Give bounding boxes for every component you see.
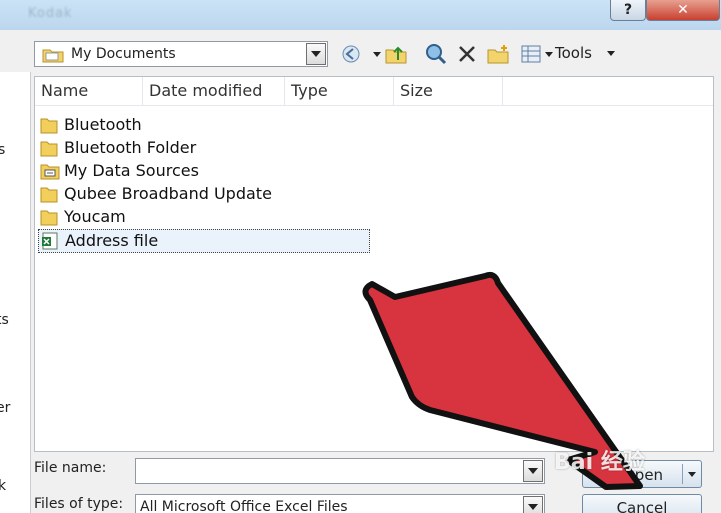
files-of-type-dropdown-arrow[interactable] [523, 496, 543, 513]
file-name: Bluetooth Folder [64, 138, 197, 157]
title-bar: Kodak ? ✕ [0, 0, 721, 30]
up-folder-icon [385, 46, 407, 64]
column-header-size[interactable]: Size [394, 77, 503, 105]
look-in-dropdown-arrow[interactable] [306, 43, 326, 65]
chevron-down-icon[interactable] [688, 472, 696, 477]
data-sources-folder-icon [40, 164, 60, 180]
column-header-type[interactable]: Type [285, 77, 394, 105]
close-icon: ✕ [677, 2, 689, 18]
back-button[interactable] [340, 43, 362, 65]
folder-icon [40, 210, 58, 226]
delete-button[interactable] [456, 43, 478, 65]
excel-file-icon [42, 232, 58, 250]
file-name: My Data Sources [64, 161, 199, 180]
help-button[interactable]: ? [610, 0, 646, 21]
chevron-down-icon [528, 504, 538, 510]
tools-menu-label: Tools [555, 44, 592, 62]
places-item-fragment[interactable]: s [0, 142, 5, 158]
chevron-down-icon [606, 51, 615, 56]
chevron-down-icon [373, 51, 381, 57]
search-globe-icon [426, 44, 447, 65]
places-item-fragment[interactable]: ts [0, 312, 9, 328]
files-of-type-label: Files of type: [34, 496, 124, 512]
chevron-down-icon [545, 51, 553, 57]
column-header-name[interactable]: Name [35, 77, 143, 105]
folder-icon [40, 141, 58, 157]
up-one-level-button[interactable] [384, 43, 408, 65]
file-name: Youcam [64, 207, 126, 226]
places-item-fragment[interactable]: k [0, 478, 6, 494]
search-web-button[interactable] [424, 43, 448, 65]
file-name: Qubee Broadband Update [64, 184, 272, 203]
my-documents-folder-icon [42, 49, 64, 63]
look-in-value: My Documents [71, 46, 176, 62]
places-bar: s ts er k [0, 72, 31, 513]
back-arrow-icon [342, 45, 360, 63]
help-icon: ? [623, 2, 633, 18]
files-of-type-dropdown[interactable]: All Microsoft Office Excel Files [135, 494, 545, 513]
file-name-dropdown-arrow[interactable] [523, 460, 543, 482]
open-split-divider [682, 464, 683, 484]
chevron-down-icon [311, 51, 321, 57]
file-name: Address file [65, 231, 159, 250]
dialog-body: My Documents Tools s r Name Date modifie… [0, 30, 721, 513]
file-name-label: File name: [34, 460, 107, 476]
places-item-fragment[interactable]: er [0, 400, 10, 416]
folder-icon [40, 118, 58, 134]
file-list-header: Name Date modified Type Size [35, 77, 713, 106]
new-folder-button[interactable] [486, 43, 510, 65]
open-file-dialog: Kodak ? ✕ My Documents Tools s r Name Da… [0, 0, 721, 513]
cancel-button[interactable]: Cancel [582, 494, 702, 513]
back-history-dropdown[interactable] [372, 43, 382, 65]
chevron-down-icon [528, 468, 538, 474]
files-of-type-value: All Microsoft Office Excel Files [140, 499, 348, 513]
baidu-watermark: Bai 经验 [554, 450, 645, 475]
file-name: Bluetooth [64, 115, 142, 134]
views-dropdown[interactable] [544, 43, 554, 65]
file-name-field[interactable] [135, 458, 545, 484]
file-list: Name Date modified Type Size Bluetooth B… [34, 76, 714, 452]
views-button[interactable] [520, 43, 542, 65]
look-in-dropdown[interactable]: My Documents [34, 41, 328, 67]
views-grid-icon [521, 45, 541, 63]
tools-menu[interactable]: Tools [555, 44, 615, 62]
list-item-selected[interactable]: Address file [38, 229, 370, 253]
column-header-date-modified[interactable]: Date modified [143, 77, 285, 105]
folder-icon [40, 187, 58, 203]
close-button[interactable]: ✕ [646, 0, 720, 21]
new-folder-icon [487, 45, 509, 64]
window-title: Kodak [28, 6, 73, 21]
delete-x-icon [459, 46, 475, 62]
